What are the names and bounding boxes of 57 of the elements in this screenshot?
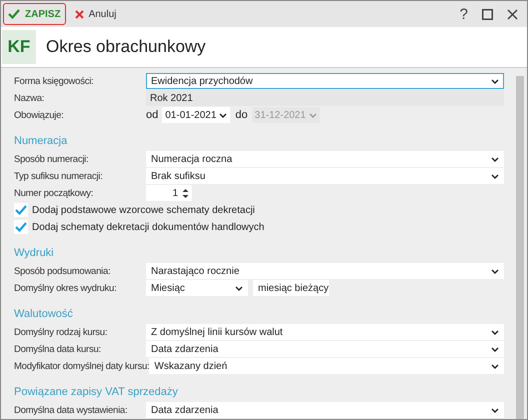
chevron-down-icon: [308, 112, 317, 118]
field-label: Domyślna data wystawienia:: [14, 404, 128, 416]
save-button[interactable]: ZAPISZ: [3, 3, 66, 25]
chevron-down-icon: [491, 408, 499, 412]
from-label: od: [146, 109, 158, 121]
field-label: Domyślny rodzaj kursu:: [14, 326, 108, 338]
field-label: Modyfikator domyślnej daty kursu:: [14, 360, 150, 372]
dropdown-field[interactable]: Data zdarzenia: [146, 341, 504, 357]
to-label: do: [235, 109, 248, 121]
section-heading: Powiązane zapisy VAT sprzedaży: [14, 386, 179, 398]
square-icon: [482, 8, 493, 20]
field-label: Sposób podsumowania:: [14, 266, 112, 276]
window-title: Okres obrachunkowy: [46, 37, 206, 57]
section-heading: Wydruki: [14, 247, 55, 259]
chevron-down-icon: [491, 330, 499, 334]
checkbox-label[interactable]: Dodaj podstawowe wzorcowe schematy dekretacji: [32, 204, 255, 216]
chevron-down-icon: [491, 174, 499, 178]
dropdown-field[interactable]: Z domyślnej linii kursów walut: [146, 324, 504, 340]
scrollbar[interactable]: [516, 76, 524, 419]
field-label: Obowiązuje:: [14, 110, 65, 120]
close-x-icon: [74, 10, 84, 18]
field-label: Domyślna data kursu:: [14, 344, 102, 354]
number-field[interactable]: 1: [146, 185, 192, 201]
chevron-down-icon: [219, 112, 228, 118]
dropdown-field[interactable]: Narastająco rocznie: [146, 263, 504, 279]
field-label: Nazwa:: [14, 92, 46, 104]
chevron-down-icon: [491, 156, 499, 162]
spinner-arrows-icon[interactable]: [182, 188, 189, 198]
close-icon: [507, 8, 518, 20]
field-label: Sposób numeracji:: [14, 154, 90, 164]
field-label: Typ sufiksu numeracji:: [14, 170, 104, 182]
chevron-down-icon: [491, 268, 499, 274]
date-dropdown[interactable]: 01-01-2021: [162, 107, 230, 123]
dropdown-field[interactable]: Ewidencja przychodów: [146, 73, 504, 89]
check-icon: [8, 9, 20, 19]
section-heading: Numeracja: [14, 135, 68, 147]
checkbox-label[interactable]: Dodaj schematy dekretacji dokumentów handlowych: [32, 222, 264, 232]
dropdown-field[interactable]: Miesiąc: [146, 280, 248, 296]
dropdown-field[interactable]: miesiąc bieżący: [253, 280, 329, 296]
checkbox[interactable]: [14, 220, 28, 234]
cancel-button[interactable]: Anuluj: [70, 3, 122, 25]
field-label: Forma księgowości:: [14, 76, 94, 86]
checkbox[interactable]: [14, 203, 28, 217]
dropdown-field[interactable]: Wskazany dzień: [149, 358, 504, 374]
chevron-down-icon: [491, 78, 499, 84]
dropdown-field[interactable]: Numeracja roczna: [146, 151, 504, 167]
section-heading: Walutowość: [14, 308, 74, 320]
dropdown-field[interactable]: Brak sufiksu: [146, 168, 504, 184]
dropdown-field[interactable]: Data zdarzenia: [146, 402, 504, 418]
readonly-field: Rok 2021: [146, 90, 504, 106]
field-label: Domyślny okres wydruku:: [14, 282, 118, 294]
app-badge: KF: [2, 30, 36, 64]
chevron-down-icon: [235, 286, 243, 290]
chevron-down-icon: [491, 346, 499, 352]
help-button[interactable]: ?: [454, 3, 473, 25]
field-label: Numer początkowy:: [14, 188, 94, 198]
chevron-down-icon: [491, 364, 499, 368]
